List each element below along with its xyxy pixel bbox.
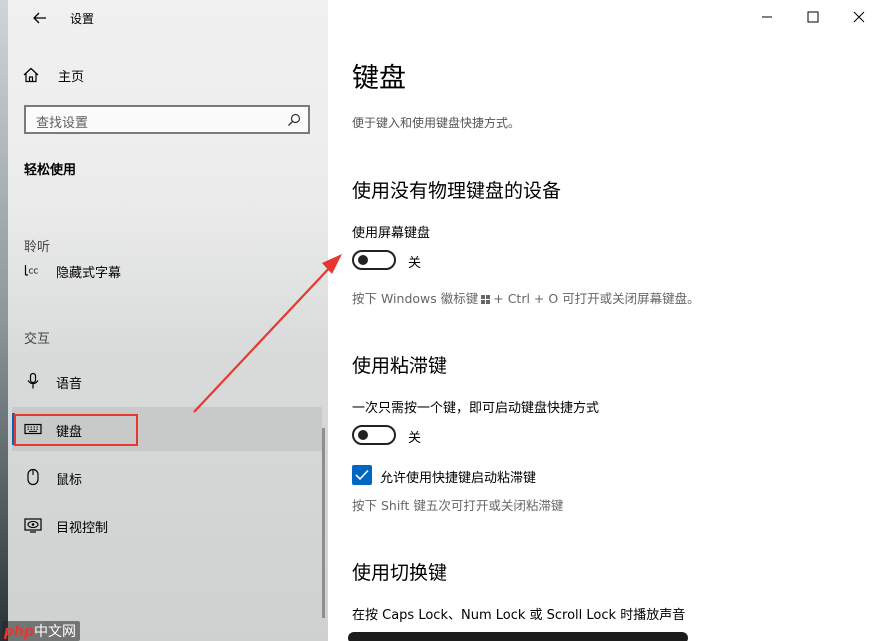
onscreen-keyboard-hint: 按下 Windows 徽标键 + Ctrl + O 可打开或关闭屏幕键盘。: [352, 288, 700, 307]
sidebar-scrollbar[interactable]: [322, 428, 325, 618]
close-icon: [853, 11, 865, 23]
keyboard-highlight-annotation: [14, 414, 138, 446]
sidebar-item-label: 主页: [58, 70, 85, 85]
maximize-icon: [807, 11, 819, 23]
back-arrow-icon: [33, 12, 46, 24]
titlebar: 设置: [8, 0, 328, 34]
hint-text-part1: 按下 Windows 徽标键: [352, 291, 479, 306]
watermark: php中文网: [2, 621, 81, 641]
sidebar-item-label: 鼠标: [56, 473, 83, 488]
onscreen-keyboard-toggle-state: 关: [408, 256, 422, 271]
sticky-keys-shortcut-checkbox[interactable]: [352, 465, 372, 485]
checkmark-icon: [355, 469, 369, 481]
section-heading-sticky-keys: 使用粘滞键: [352, 355, 448, 377]
maximize-button[interactable]: [790, 0, 836, 34]
page-description: 便于键入和使用键盘快捷方式。: [352, 116, 521, 130]
sidebar-item-label: 隐藏式字幕: [56, 266, 122, 281]
toggle-keys-label: 在按 Caps Lock、Num Lock 或 Scroll Lock 时播放声…: [352, 608, 686, 623]
onscreen-keyboard-label: 使用屏幕键盘: [352, 226, 431, 241]
page-title: 键盘: [352, 63, 406, 94]
onscreen-keyboard-toggle[interactable]: [352, 250, 396, 270]
desktop-edge: [0, 0, 8, 641]
toggle-keys-toggle-partial[interactable]: [348, 632, 688, 641]
sidebar: 设置 主页 查找设置 轻松使用 聆听 CC 隐藏式字幕 交互 语音 键盘 鼠标 …: [0, 0, 328, 641]
sticky-keys-toggle-state: 关: [408, 431, 422, 446]
svg-text:CC: CC: [29, 268, 39, 276]
sidebar-item-speech[interactable]: 语音: [12, 359, 322, 403]
sticky-keys-label: 一次只需按一个键，即可启动键盘快捷方式: [352, 401, 600, 416]
section-title: 轻松使用: [24, 163, 77, 178]
sticky-keys-hint: 按下 Shift 键五次可打开或关闭粘滞键: [352, 498, 564, 513]
home-icon: [23, 67, 39, 83]
main-content: 键盘 便于键入和使用键盘快捷方式。 使用没有物理键盘的设备 使用屏幕键盘 关 按…: [328, 0, 888, 641]
close-button[interactable]: [836, 0, 882, 34]
watermark-text: 中文网: [34, 624, 77, 640]
hint-text-part2: + Ctrl + O 可打开或关闭屏幕键盘。: [493, 291, 700, 306]
sticky-keys-toggle[interactable]: [352, 425, 396, 445]
sidebar-item-mouse[interactable]: 鼠标: [12, 455, 322, 499]
section-heading-onscreen-keyboard: 使用没有物理键盘的设备: [352, 180, 562, 202]
watermark-brand: php: [4, 624, 35, 640]
search-input[interactable]: 查找设置: [24, 105, 310, 134]
windows-logo-icon: [481, 295, 491, 304]
sticky-keys-shortcut-label: 允许使用快捷键启动粘滞键: [380, 471, 537, 486]
sidebar-item-closed-captions[interactable]: CC 隐藏式字幕: [12, 248, 322, 292]
sidebar-item-label: 目视控制: [56, 521, 109, 536]
back-button[interactable]: [30, 8, 50, 28]
toggle-knob: [358, 430, 368, 440]
sidebar-item-eye-control[interactable]: 目视控制: [12, 503, 322, 547]
search-icon[interactable]: [287, 113, 301, 127]
mouse-icon: [27, 468, 39, 486]
app-title: 设置: [70, 12, 95, 26]
microphone-icon: [27, 372, 39, 389]
search-placeholder: 查找设置: [36, 116, 89, 131]
minimize-button[interactable]: [744, 0, 790, 34]
settings-window: 设置 主页 查找设置 轻松使用 聆听 CC 隐藏式字幕 交互 语音 键盘 鼠标 …: [0, 0, 888, 641]
eye-control-icon: [24, 518, 42, 533]
group-header-interaction: 交互: [24, 332, 51, 347]
section-heading-toggle-keys: 使用切换键: [352, 562, 448, 584]
toggle-knob: [358, 255, 368, 265]
sidebar-item-label: 语音: [56, 377, 83, 392]
minimize-icon: [762, 16, 772, 18]
closed-caption-icon: CC: [24, 265, 39, 276]
sidebar-item-home[interactable]: 主页: [22, 64, 312, 86]
